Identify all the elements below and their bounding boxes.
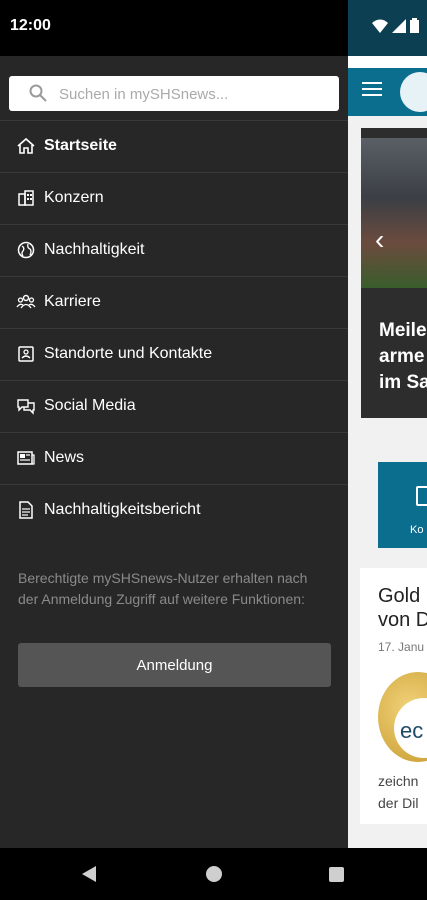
system-icons <box>372 18 419 33</box>
back-icon[interactable] <box>82 866 98 882</box>
nav-label: Nachhaltigkeitsbericht <box>44 501 201 518</box>
nav-label: Standorte und Kontakte <box>44 345 213 362</box>
card-title: Gold von D <box>378 585 427 631</box>
newspaper-icon <box>17 451 35 465</box>
document-icon <box>416 486 427 506</box>
home-icon <box>17 137 35 154</box>
home-button-icon[interactable] <box>206 866 222 882</box>
hamburger-menu-icon[interactable] <box>362 82 382 96</box>
signal-icon <box>392 18 406 33</box>
card-text: zeichn der Dil <box>378 773 419 811</box>
navigation-drawer: Startseite Konzern Nachhaltigkeit Karrie… <box>0 56 348 848</box>
search-icon <box>29 84 47 102</box>
chat-bubbles-icon <box>17 399 35 415</box>
nav-item-karriere[interactable]: Karriere <box>0 276 348 328</box>
news-card[interactable]: Gold von D 17. Janu ec zeichn der Dil <box>360 568 427 824</box>
recents-icon[interactable] <box>329 867 344 882</box>
nav-item-nachhaltigkeitsbericht[interactable]: Nachhaltigkeitsbericht <box>0 484 348 536</box>
chevron-left-icon[interactable]: ‹ <box>375 224 384 256</box>
nav-label: Karriere <box>44 293 101 310</box>
login-button[interactable]: Anmeldung <box>18 643 331 687</box>
status-bar: 12:00 <box>0 0 427 68</box>
nav-label: Social Media <box>44 397 136 414</box>
wifi-icon <box>372 19 388 33</box>
nav-label: Konzern <box>44 189 104 206</box>
contact-card-icon <box>18 346 34 362</box>
nav-item-nachhaltigkeit[interactable]: Nachhaltigkeit <box>0 224 348 276</box>
search-box[interactable] <box>9 76 339 113</box>
globe-icon <box>17 241 35 259</box>
document-icon <box>19 501 33 519</box>
nav-item-startseite[interactable]: Startseite <box>0 120 348 172</box>
login-notice: Berechtigte mySHSnews-Nutzer erhalten na… <box>18 570 308 607</box>
nav-item-konzern[interactable]: Konzern <box>0 172 348 224</box>
nav-label: Startseite <box>44 137 117 154</box>
nav-list: Startseite Konzern Nachhaltigkeit Karrie… <box>0 120 348 536</box>
status-time: 12:00 <box>10 17 51 34</box>
battery-icon <box>410 18 419 33</box>
background-app: ‹ Meile arme im Sa Ko Gold von D 17. Jan… <box>348 56 427 848</box>
nav-item-news[interactable]: News <box>0 432 348 484</box>
quick-link-tile[interactable]: Ko <box>378 462 427 548</box>
people-icon <box>16 294 36 309</box>
nav-item-standorte[interactable]: Standorte und Kontakte <box>0 328 348 380</box>
nav-label: News <box>44 449 85 466</box>
medal-text: ec <box>400 718 424 743</box>
hero-slide[interactable]: ‹ Meile arme im Sa <box>361 128 427 418</box>
nav-label: Nachhaltigkeit <box>44 241 145 258</box>
search-input[interactable] <box>57 76 331 113</box>
tile-label: Ko <box>410 524 424 536</box>
nav-item-social-media[interactable]: Social Media <box>0 380 348 432</box>
card-date: 17. Janu <box>378 640 425 654</box>
hero-image <box>361 138 427 288</box>
building-icon <box>18 190 34 206</box>
hero-headline: Meile arme im Sa <box>379 320 427 393</box>
system-nav-bar <box>0 848 427 900</box>
